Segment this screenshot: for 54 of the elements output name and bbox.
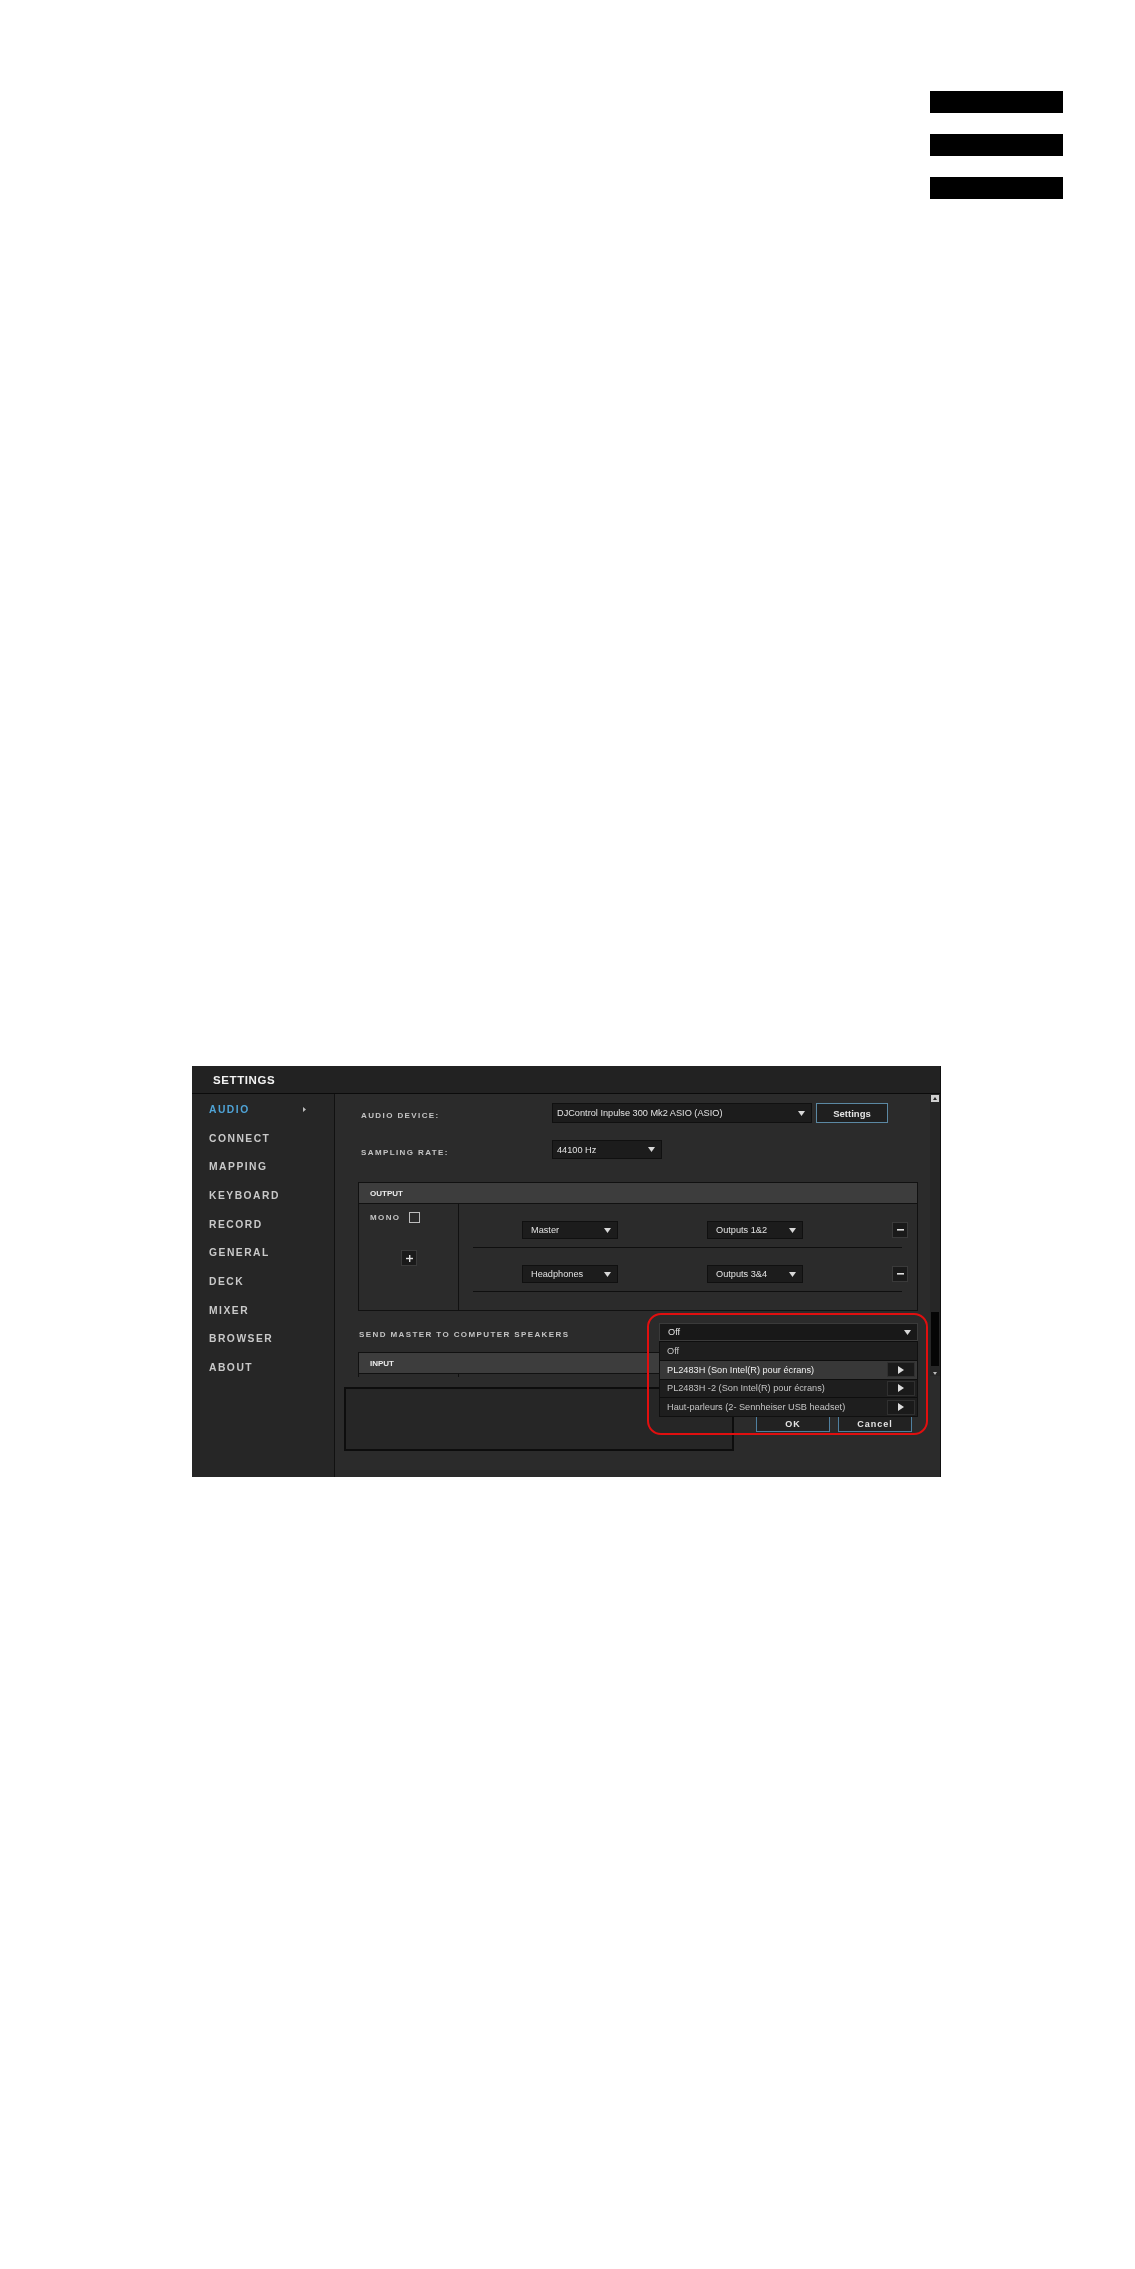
caret-icon [648, 1147, 655, 1152]
window-title: SETTINGS [213, 1073, 276, 1086]
sidebar-item[interactable]: KEYBOARD [192, 1181, 334, 1210]
dropdown[interactable]: DJControl Inpulse 300 Mk2 ASIO (ASIO) [552, 1103, 812, 1123]
caret-icon [789, 1227, 796, 1233]
caret-icon [604, 1227, 611, 1233]
dropdown[interactable]: Outputs 1&2 [707, 1221, 803, 1239]
sidebar-item[interactable]: CONNECT [192, 1123, 334, 1153]
plus-icon [405, 1254, 413, 1262]
dropdown[interactable]: Off [659, 1323, 918, 1341]
remove-button[interactable] [892, 1222, 908, 1238]
submenu-button[interactable] [887, 1362, 915, 1378]
caret-icon [789, 1271, 796, 1277]
remove-button[interactable] [892, 1266, 908, 1282]
menu-option[interactable]: Off [660, 1341, 917, 1360]
sidebar-item[interactable]: BROWSER [192, 1324, 334, 1354]
caret-icon [798, 1110, 805, 1116]
submenu-button[interactable] [887, 1399, 915, 1415]
scrollbar[interactable] [930, 1095, 940, 1376]
setting-label: SAMPLING RATE: [361, 1147, 449, 1157]
add-button[interactable] [401, 1250, 417, 1266]
caret-icon [898, 1365, 904, 1374]
dropdown[interactable]: Headphones [522, 1265, 618, 1283]
sidebar-item[interactable]: DECK [192, 1267, 334, 1296]
minus-icon [896, 1273, 904, 1275]
sidebar-item[interactable]: MIXER [192, 1295, 334, 1325]
dropdown[interactable]: Master [522, 1221, 618, 1239]
settings-button[interactable]: Settings [816, 1103, 888, 1123]
menu-option[interactable]: Haut-parleurs (2- Sennheiser USB headset) [660, 1397, 917, 1416]
setting-label: SEND MASTER TO COMPUTER SPEAKERS [359, 1330, 570, 1339]
sidebar-item[interactable]: ABOUT [192, 1353, 334, 1382]
sidebar-item[interactable]: GENERAL [192, 1238, 334, 1268]
sidebar-item[interactable]: MAPPING [192, 1152, 334, 1182]
caret-icon [904, 1329, 911, 1335]
scrollbar-thumb[interactable] [931, 1312, 939, 1366]
dropdown[interactable]: Outputs 3&4 [707, 1265, 803, 1283]
panel-title: INPUT [370, 1358, 394, 1368]
arrow-down-icon [931, 1371, 939, 1376]
checkbox[interactable] [408, 1212, 420, 1223]
caret-icon [303, 1106, 306, 1112]
caret-icon [898, 1403, 904, 1412]
dropdown[interactable]: 44100 Hz [552, 1140, 662, 1159]
caret-icon [604, 1271, 611, 1277]
menu-option[interactable]: PL2483H -2 (Son Intel(R) pour écrans) [660, 1378, 917, 1398]
setting-label: AUDIO DEVICE: [361, 1111, 440, 1120]
caret-icon [898, 1384, 904, 1393]
minus-icon [896, 1229, 904, 1231]
sidebar-item[interactable]: AUDIO [192, 1095, 334, 1124]
menu-icon[interactable] [930, 91, 1063, 199]
checkbox-label: MONO [370, 1213, 401, 1222]
sidebar-item[interactable]: RECORD [192, 1209, 334, 1239]
menu-option[interactable]: PL2483H (Son Intel(R) pour écrans) [660, 1359, 917, 1379]
panel-title: OUTPUT [370, 1188, 403, 1198]
submenu-button[interactable] [887, 1380, 915, 1396]
